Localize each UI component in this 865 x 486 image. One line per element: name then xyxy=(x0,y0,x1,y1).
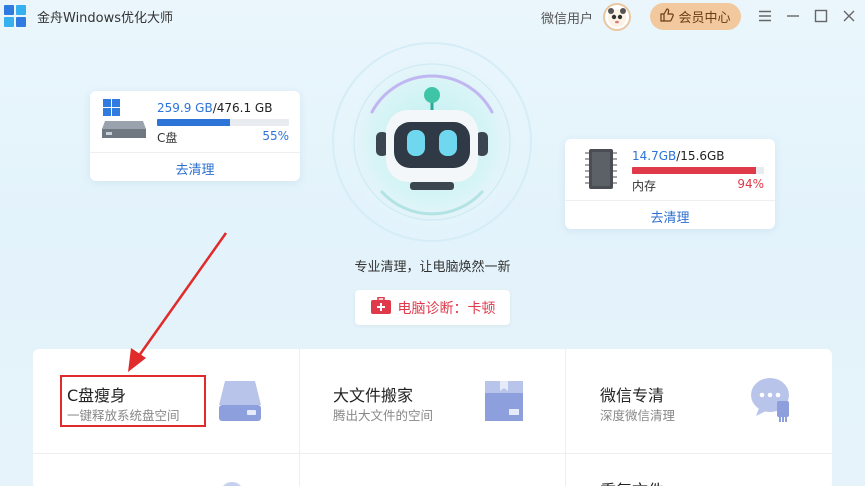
memory-total: /15.6GB xyxy=(676,149,725,163)
divider xyxy=(90,152,300,153)
robot-mascot[interactable] xyxy=(332,42,532,242)
user-name[interactable]: 微信用户 xyxy=(541,8,593,27)
memory-usage-card: 14.7GB/15.6GB 内存 94% 去清理 xyxy=(565,139,775,229)
slogan-text: 专业清理，让电脑焕然一新 xyxy=(354,260,511,275)
medical-kit-icon xyxy=(370,296,392,319)
disk-label: C盘 xyxy=(157,131,178,145)
disk-percent: 55% xyxy=(262,129,289,143)
divider xyxy=(33,453,832,454)
divider xyxy=(299,349,300,486)
tool-subtitle: 深度微信清理 xyxy=(600,408,676,423)
divider xyxy=(565,200,775,201)
disk-progress-fill xyxy=(157,119,230,126)
box-icon xyxy=(481,377,527,427)
disk-usage-text: 259.9 GB/476.1 GB xyxy=(157,101,272,115)
disk-usage-card: 259.9 GB/476.1 GB C盘 55% 去清理 xyxy=(90,91,300,181)
app-title: 金舟Windows优化大师 xyxy=(37,11,174,26)
divider xyxy=(565,349,566,486)
vip-center-label: 会员中心 xyxy=(678,11,731,26)
menu-icon[interactable] xyxy=(755,6,775,26)
thumbs-up-icon xyxy=(660,7,675,26)
tool-subtitle: 腾出大文件的空间 xyxy=(333,408,434,423)
hard-drive-icon xyxy=(101,99,147,143)
tools-grid: C盘瘦身 一键释放系统盘空间 大文件搬家 腾出大文件的空间 微信专清 深度微信清… xyxy=(33,349,832,486)
highlight-box xyxy=(60,375,206,427)
memory-clean-button[interactable]: 去清理 xyxy=(565,207,775,226)
memory-used: 14.7GB xyxy=(632,149,677,163)
memory-progress-fill xyxy=(632,167,757,174)
memory-progress-bar xyxy=(632,167,764,174)
chat-bubble-icon xyxy=(749,375,795,427)
disk-progress-bar xyxy=(157,119,289,126)
memory-percent: 94% xyxy=(737,177,764,191)
disk-total: /476.1 GB xyxy=(212,101,273,115)
minimize-icon[interactable] xyxy=(783,6,803,26)
avatar[interactable] xyxy=(603,3,631,31)
diagnosis-label: 电脑诊断：卡顿 xyxy=(397,300,496,317)
tool-title: 大文件搬家 xyxy=(333,386,414,405)
memory-label: 内存 xyxy=(632,179,657,193)
maximize-icon[interactable] xyxy=(811,6,831,26)
tool-title: 重复文件 xyxy=(600,477,664,486)
app-logo-icon xyxy=(4,5,28,29)
tool-icon-partial xyxy=(217,477,247,486)
close-icon[interactable] xyxy=(839,6,859,26)
disk-clean-button[interactable]: 去清理 xyxy=(90,159,300,178)
title-bar: 金舟Windows优化大师 微信用户 会员中心 xyxy=(0,0,865,34)
tool-icon-partial xyxy=(333,482,373,486)
disk-stack-icon xyxy=(217,377,263,427)
vip-center-button[interactable]: 会员中心 xyxy=(650,3,741,30)
memory-chip-icon xyxy=(583,147,619,195)
diagnosis-button[interactable]: 电脑诊断：卡顿 xyxy=(355,290,510,325)
tool-title: 微信专清 xyxy=(600,386,665,405)
disk-used: 259.9 GB xyxy=(157,101,213,115)
memory-usage-text: 14.7GB/15.6GB xyxy=(632,149,725,163)
